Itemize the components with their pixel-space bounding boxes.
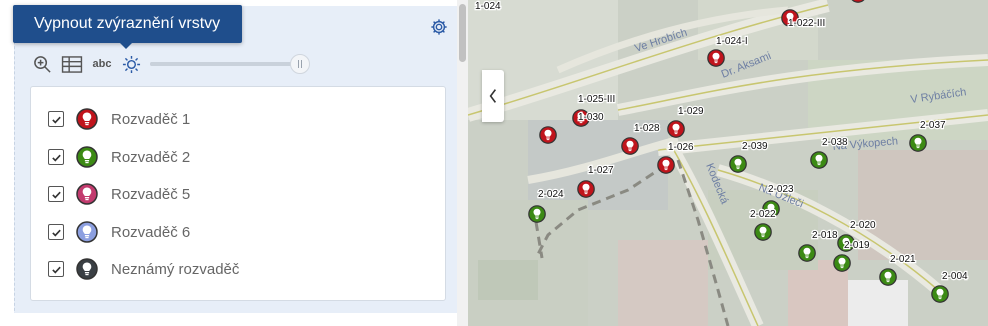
marker-label: 1-027	[588, 165, 614, 176]
legend-item[interactable]: Rozvaděč 5	[31, 179, 447, 209]
marker-label: 2-022	[750, 209, 776, 220]
dark-pin-icon	[76, 258, 98, 280]
zoom-to-layer-icon[interactable]	[30, 52, 54, 76]
green-pin-icon[interactable]	[729, 155, 747, 173]
pink-pin-icon	[76, 183, 98, 205]
red-pin-icon[interactable]	[657, 156, 675, 174]
marker-label: 1-024	[475, 1, 501, 12]
legend-item[interactable]: Rozvaděč 2	[31, 142, 447, 172]
marker-label: 2-019	[844, 240, 870, 251]
legend-item-label: Neznámý rozvaděč	[111, 260, 240, 278]
marker-label: 1-024-I	[716, 36, 748, 47]
marker-label: 2-039	[742, 141, 768, 152]
red-pin-icon[interactable]	[621, 137, 639, 155]
legend-item-label: Rozvaděč 5	[111, 185, 191, 203]
marker-label: 1-022-III	[788, 18, 825, 29]
panel-bottom-strip	[14, 313, 457, 326]
legend-item[interactable]: Rozvaděč 6	[31, 217, 447, 247]
marker-label: 2-020	[850, 220, 876, 231]
layer-checkbox[interactable]	[48, 186, 64, 202]
green-pin-icon	[76, 146, 98, 168]
red-pin-icon[interactable]	[539, 126, 557, 144]
app-root: Vypnout zvýraznění vrstvy abc Rozvaděč 1…	[0, 0, 988, 326]
green-pin-icon[interactable]	[909, 134, 927, 152]
panel-scrollbar[interactable]	[457, 0, 468, 326]
red-pin-icon[interactable]	[707, 49, 725, 67]
green-pin-icon[interactable]	[754, 223, 772, 241]
collapse-panel-button[interactable]	[482, 70, 504, 122]
red-pin-icon[interactable]	[667, 120, 685, 138]
layer-checkbox[interactable]	[48, 149, 64, 165]
green-pin-icon[interactable]	[931, 285, 949, 303]
labels-toggle[interactable]: abc	[90, 58, 114, 70]
green-pin-icon[interactable]	[833, 254, 851, 272]
marker-label: 1-030	[578, 112, 604, 123]
layer-toolbar: abc	[30, 52, 148, 76]
marker-label: 2-018	[812, 230, 838, 241]
layer-checkbox[interactable]	[48, 111, 64, 127]
opacity-slider-fill	[150, 62, 300, 66]
gear-icon[interactable]	[430, 18, 448, 36]
green-pin-icon[interactable]	[879, 268, 897, 286]
scrollbar-thumb[interactable]	[459, 4, 466, 62]
map-view[interactable]: Ve Hrobích Dr. Aksami V Rybáčích Na Výko…	[468, 0, 988, 326]
green-pin-icon[interactable]	[798, 244, 816, 262]
marker-label: 2-021	[890, 254, 916, 265]
marker-label: 2-023	[768, 184, 794, 195]
green-pin-icon[interactable]	[528, 205, 546, 223]
marker-label: 1-029	[678, 106, 704, 117]
attribute-table-icon[interactable]	[59, 52, 85, 76]
blue-pin-icon	[76, 221, 98, 243]
green-pin-icon[interactable]	[810, 151, 828, 169]
layer-checkbox[interactable]	[48, 261, 64, 277]
layer-panel: Vypnout zvýraznění vrstvy abc Rozvaděč 1…	[0, 0, 468, 326]
map-canvas[interactable]: Ve Hrobích Dr. Aksami V Rybáčích Na Výko…	[468, 0, 988, 326]
layer-legend: Rozvaděč 1 Rozvaděč 2 Rozvaděč 5 Rozvaděč 6…	[30, 86, 446, 301]
legend-item[interactable]: Neznámý rozvaděč	[31, 254, 447, 284]
layer-checkbox[interactable]	[48, 224, 64, 240]
legend-item-label: Rozvaděč 2	[111, 148, 191, 166]
marker-label: 2-038	[822, 137, 848, 148]
marker-label: 1-028	[634, 123, 660, 134]
marker-label: 2-037	[920, 120, 946, 131]
opacity-slider[interactable]	[150, 54, 310, 74]
red-pin-icon[interactable]	[577, 180, 595, 198]
legend-item-label: Rozvaděč 6	[111, 223, 191, 241]
legend-item[interactable]: Rozvaděč 1	[31, 104, 447, 134]
highlight-sun-icon[interactable]	[119, 52, 143, 76]
legend-item-label: Rozvaděč 1	[111, 110, 191, 128]
marker-label: 1-026	[668, 142, 694, 153]
marker-label: 1-025-III	[578, 94, 615, 105]
opacity-slider-thumb[interactable]	[290, 54, 310, 74]
red-pin-icon	[76, 108, 98, 130]
highlight-tooltip: Vypnout zvýraznění vrstvy	[13, 5, 242, 43]
tooltip-arrow	[119, 42, 133, 49]
marker-label: 2-024	[538, 189, 564, 200]
marker-label: 2-004	[942, 271, 968, 282]
